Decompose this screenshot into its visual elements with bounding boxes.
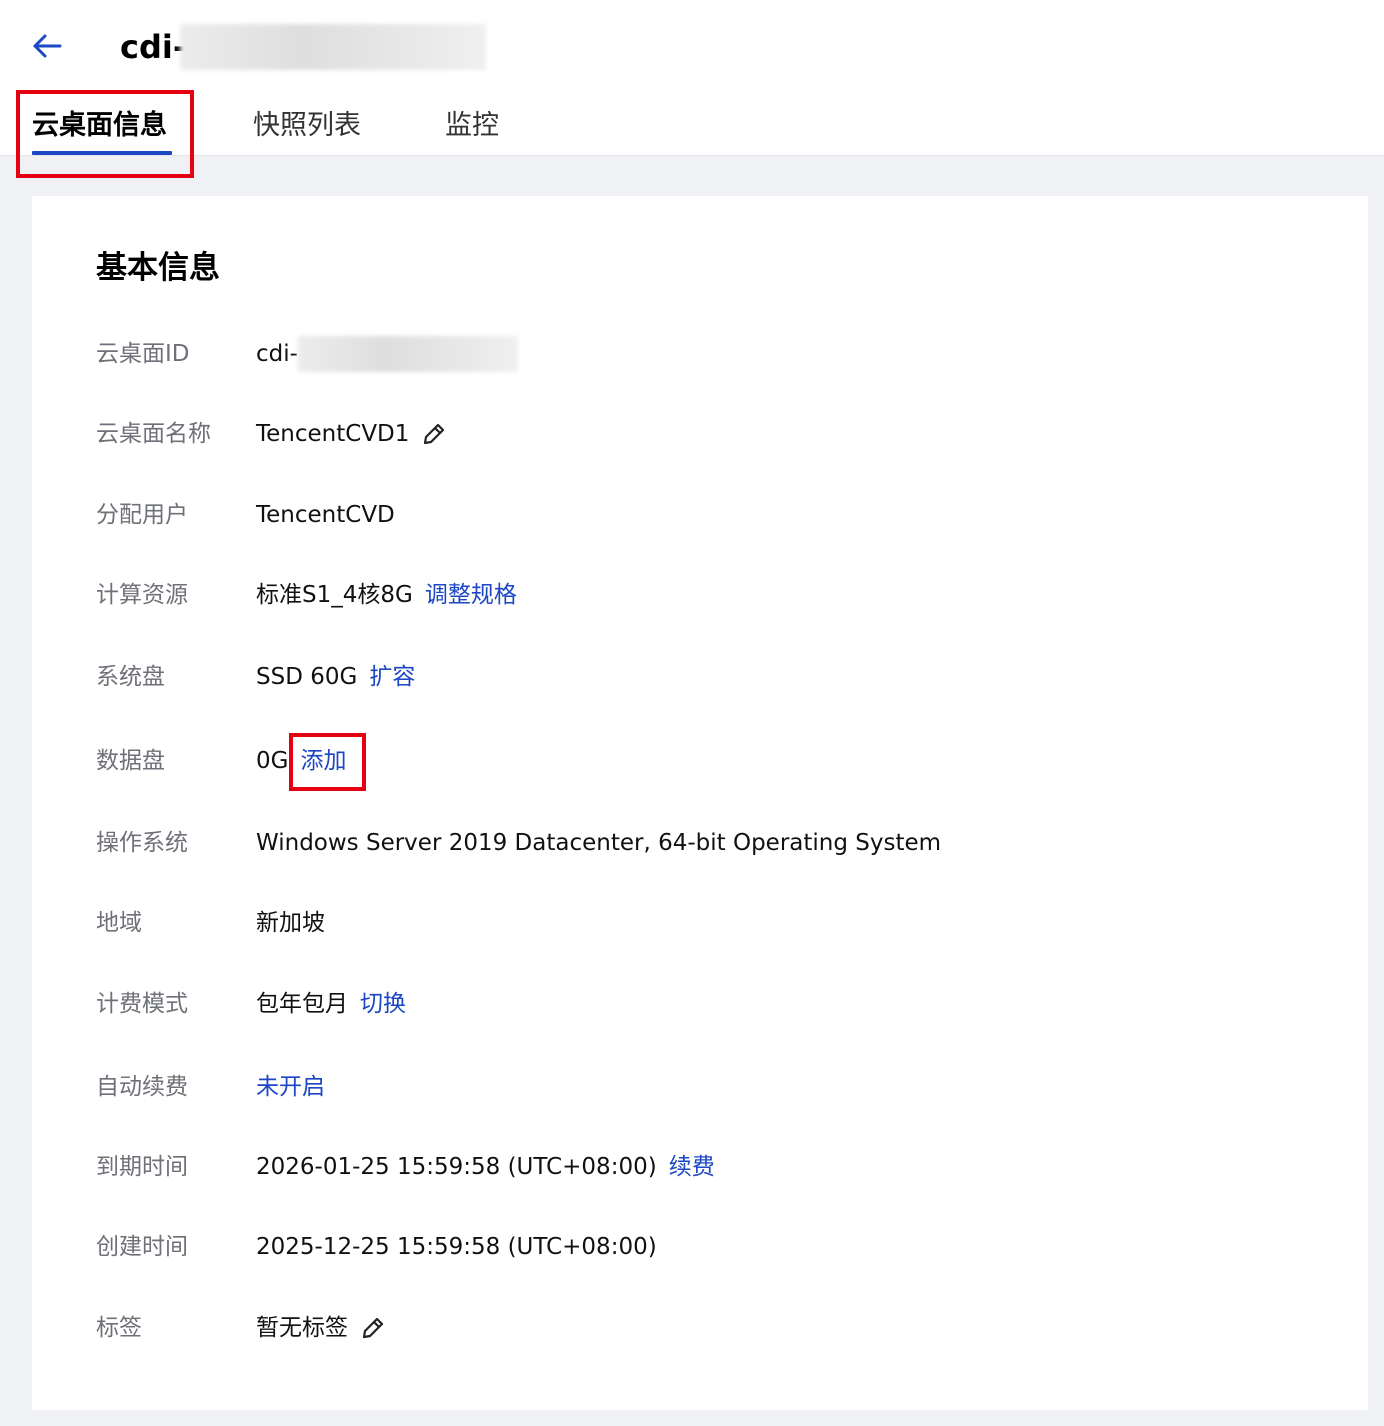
row-tags: 标签 暂无标签 (96, 1308, 1296, 1348)
value-desktop-name: TencentCVD1 (256, 414, 447, 454)
tags-text: 暂无标签 (256, 1315, 348, 1341)
label-desktop-id: 云桌面ID (96, 341, 190, 367)
redacted-id (297, 336, 518, 372)
expire-time-text: 2026-01-25 15:59:58 (UTC+08:00) (256, 1154, 657, 1180)
compute-text: 标准S1_4核8G (256, 582, 413, 608)
switch-billing-link[interactable]: 切换 (360, 984, 406, 1024)
label-system-disk: 系统盘 (96, 664, 165, 690)
row-data-disk: 数据盘 0G 添加 (96, 741, 1296, 781)
row-compute: 计算资源 标准S1_4核8G 调整规格 (96, 575, 1296, 615)
value-tags: 暂无标签 (256, 1308, 386, 1348)
label-data-disk: 数据盘 (96, 748, 165, 774)
value-desktop-id: cdi- (256, 334, 518, 374)
pencil-icon[interactable] (421, 421, 447, 447)
label-auto-renew: 自动续费 (96, 1074, 188, 1100)
top-header: cdi- 云桌面信息 快照列表 监控 (0, 0, 1384, 156)
page-title: cdi- (120, 28, 187, 66)
row-assigned-user: 分配用户 TencentCVD (96, 495, 1296, 535)
desktop-id-text: cdi- (256, 341, 298, 367)
label-region: 地域 (96, 910, 142, 936)
data-disk-text: 0G (256, 748, 289, 774)
row-expire-time: 到期时间 2026-01-25 15:59:58 (UTC+08:00) 续费 (96, 1147, 1296, 1187)
expand-disk-link[interactable]: 扩容 (369, 657, 415, 697)
row-created-time: 创建时间 2025-12-25 15:59:58 (UTC+08:00) (96, 1227, 1296, 1267)
system-disk-text: SSD 60G (256, 664, 358, 690)
info-card: 基本信息 云桌面ID cdi- 云桌面名称 TencentCVD1 分配用户 T… (32, 196, 1368, 1410)
value-system-disk: SSD 60G 扩容 (256, 657, 415, 697)
section-title: 基本信息 (96, 250, 220, 286)
label-assigned-user: 分配用户 (96, 502, 188, 528)
label-os: 操作系统 (96, 830, 188, 856)
row-desktop-name: 云桌面名称 TencentCVD1 (96, 414, 1296, 454)
label-created-time: 创建时间 (96, 1234, 188, 1260)
label-expire-time: 到期时间 (96, 1154, 188, 1180)
redacted-title (180, 24, 486, 70)
auto-renew-link[interactable]: 未开启 (256, 1067, 325, 1107)
adjust-spec-link[interactable]: 调整规格 (425, 575, 517, 615)
label-desktop-name: 云桌面名称 (96, 421, 211, 447)
value-auto-renew: 未开启 (256, 1067, 325, 1107)
value-compute: 标准S1_4核8G 调整规格 (256, 575, 517, 615)
value-os: Windows Server 2019 Datacenter, 64-bit O… (256, 830, 942, 856)
row-desktop-id: 云桌面ID cdi- (96, 334, 1296, 374)
value-data-disk: 0G 添加 (256, 741, 346, 781)
label-billing: 计费模式 (96, 991, 188, 1017)
value-region: 新加坡 (256, 910, 325, 936)
value-billing: 包年包月 切换 (256, 984, 406, 1024)
desktop-name-text: TencentCVD1 (256, 421, 410, 447)
row-system-disk: 系统盘 SSD 60G 扩容 (96, 657, 1296, 697)
row-billing: 计费模式 包年包月 切换 (96, 984, 1296, 1024)
row-region: 地域 新加坡 (96, 903, 1296, 943)
arrow-left-icon[interactable] (30, 30, 64, 62)
value-expire-time: 2026-01-25 15:59:58 (UTC+08:00) 续费 (256, 1147, 715, 1187)
row-os: 操作系统 Windows Server 2019 Datacenter, 64-… (96, 823, 1296, 863)
value-assigned-user: TencentCVD (256, 502, 395, 528)
tab-snapshot-list[interactable]: 快照列表 (253, 106, 361, 146)
tab-monitoring[interactable]: 监控 (445, 106, 499, 146)
billing-text: 包年包月 (256, 991, 348, 1017)
value-created-time: 2025-12-25 15:59:58 (UTC+08:00) (256, 1234, 657, 1260)
pencil-icon[interactable] (360, 1315, 386, 1341)
label-tags: 标签 (96, 1315, 142, 1341)
renew-link[interactable]: 续费 (669, 1147, 715, 1187)
tab-desktop-info[interactable]: 云桌面信息 (32, 106, 167, 146)
row-auto-renew: 自动续费 未开启 (96, 1067, 1296, 1107)
active-tab-indicator (32, 151, 172, 155)
label-compute: 计算资源 (96, 582, 188, 608)
add-data-disk-link[interactable]: 添加 (300, 741, 346, 781)
